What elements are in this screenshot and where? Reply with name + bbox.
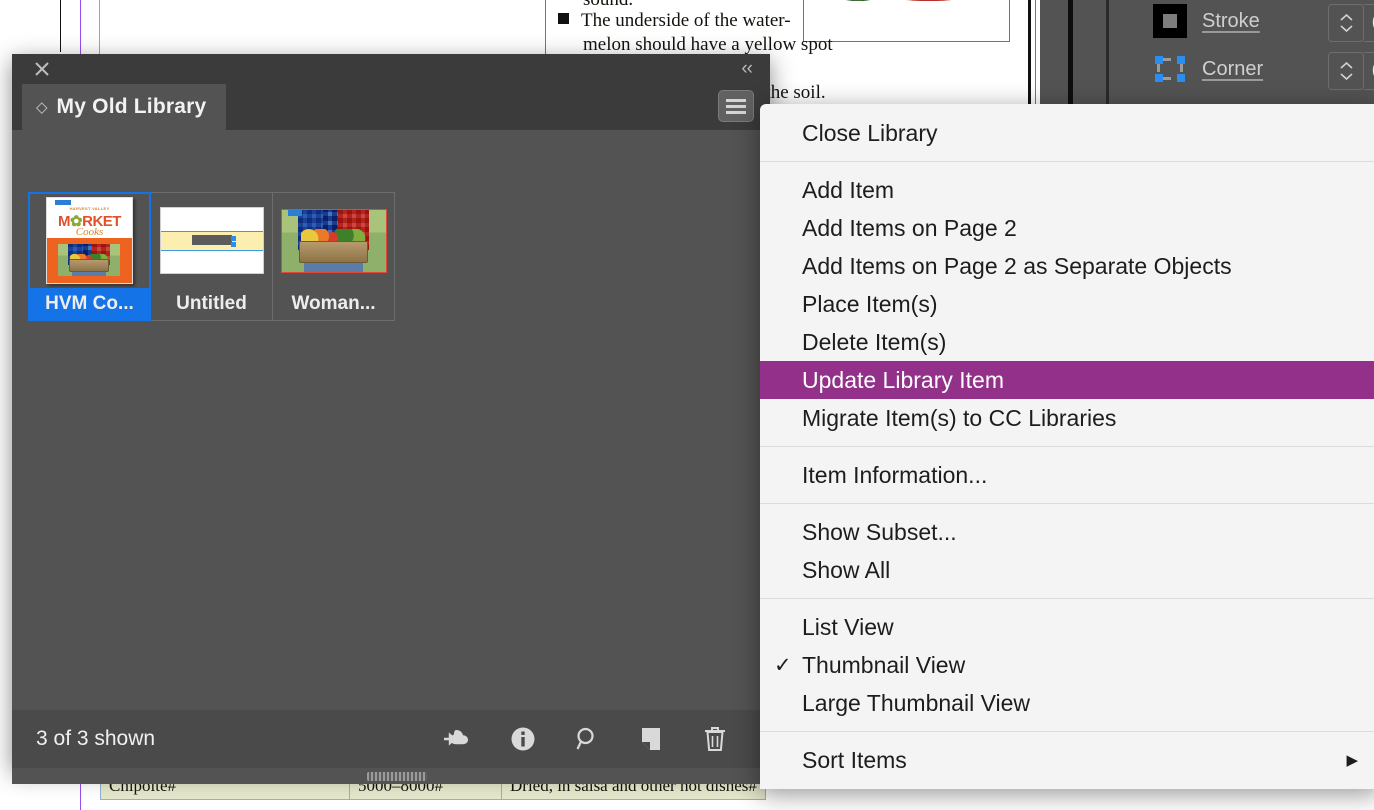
menu-item-update-library-item[interactable]: Update Library Item [760,361,1374,399]
menu-item-list-view[interactable]: List View [760,608,1374,646]
menu-item-show-subset[interactable]: Show Subset... [760,513,1374,551]
panel-menu-button[interactable] [718,90,754,122]
untitled-page-layout-thumbnail [151,193,272,288]
menu-separator [760,503,1374,504]
text-frame-edge [60,0,61,52]
corner-options-icon[interactable] [1150,52,1190,86]
watermelon-photo [804,0,1009,41]
library-title: My Old Library [56,95,207,118]
library-item-untitled[interactable]: Untitled [151,192,273,321]
menu-item-add-item[interactable]: Add Item [760,171,1374,209]
tab-diamond-icon: ◇ [36,99,48,116]
library-status-bar: 3 of 3 shown [12,710,770,768]
menu-item-close-library[interactable]: Close Library [760,114,1374,152]
library-item-area[interactable]: HARVEST VALLEY M✿RKET Cooks HVM Co... Un… [12,130,770,710]
library-panel-titlebar[interactable]: ‹‹ [12,54,770,84]
migrate-to-cc-libraries-icon[interactable] [444,724,474,754]
menu-item-place-items[interactable]: Place Item(s) [760,285,1374,323]
library-items-grid[interactable]: HARVEST VALLEY M✿RKET Cooks HVM Co... Un… [28,192,395,321]
stroke-label: Stroke [1202,9,1260,32]
hvm-cookbook-cover-thumbnail: HARVEST VALLEY M✿RKET Cooks [29,193,150,288]
place-item-icon[interactable] [636,724,666,754]
menu-separator [760,731,1374,732]
layout-guide [1035,0,1036,110]
library-panel[interactable]: ‹‹ ◇ My Old Library HARVEST VALLEY M✿RKE… [12,54,770,768]
bullet-icon [558,13,569,24]
library-item-caption: Woman... [291,293,376,314]
shown-count-label: 3 of 3 shown [36,727,156,750]
item-information-icon[interactable] [508,724,538,754]
corner-stepper-arrows[interactable] [1328,52,1364,90]
submenu-arrow-icon: ▶ [1346,752,1358,769]
panel-divider [1068,0,1073,110]
library-item-hvm-cover[interactable]: HARVEST VALLEY M✿RKET Cooks HVM Co... [28,192,151,321]
delete-item-icon[interactable] [700,724,730,754]
library-tab-row[interactable]: ◇ My Old Library [12,84,770,130]
corner-label: Corner [1202,57,1264,80]
corner-radius-value[interactable]: 0 [1364,52,1374,90]
doc-line-2: The underside of the water- [558,9,791,33]
menu-separator [760,446,1374,447]
layout-guide [545,0,546,60]
watermelon-image-frame[interactable] [803,0,1010,42]
library-item-woman[interactable]: Woman... [273,192,395,321]
menu-separator [760,161,1374,162]
checkmark-icon: ✓ [774,653,792,677]
properties-panel[interactable]: Stroke 0 Corner 0 [1040,0,1374,110]
corner-radius-stepper[interactable]: 0 [1328,52,1374,90]
corner-row[interactable]: Corner [1150,50,1263,88]
panel-divider [1106,0,1109,110]
menu-item-large-thumbnail-view[interactable]: Large Thumbnail View [760,684,1374,722]
menu-item-add-items-on-page-2[interactable]: Add Items on Page 2 [760,209,1374,247]
text-frame-edge [1028,0,1031,112]
woman-holding-crate-photo-thumbnail [273,193,394,288]
collapse-panel-icon[interactable]: ‹‹ [741,58,753,80]
library-item-caption: Untitled [176,293,247,314]
layout-guide [99,0,100,54]
close-icon[interactable] [34,61,50,77]
stroke-swatch-icon[interactable] [1150,4,1190,38]
stroke-weight-value[interactable]: 0 [1364,4,1374,42]
menu-item-item-information[interactable]: Item Information... [760,456,1374,494]
library-item-caption: HVM Co... [29,288,150,320]
tab-my-old-library[interactable]: ◇ My Old Library [22,84,227,130]
menu-item-add-items-on-page-2-as-separate-objects[interactable]: Add Items on Page 2 as Separate Objects [760,247,1374,285]
library-panel-flyout-menu[interactable]: Close Library Add Item Add Items on Page… [760,104,1374,789]
menu-item-migrate-items-to-cc-libraries[interactable]: Migrate Item(s) to CC Libraries [760,399,1374,437]
show-subset-icon[interactable] [572,724,602,754]
stroke-row[interactable]: Stroke [1150,2,1260,40]
menu-item-thumbnail-view[interactable]: ✓ Thumbnail View [760,646,1374,684]
menu-separator [760,598,1374,599]
stroke-weight-stepper[interactable]: 0 [1328,4,1374,42]
menu-item-sort-items[interactable]: Sort Items ▶ [760,741,1374,779]
menu-item-show-all[interactable]: Show All [760,551,1374,589]
library-horizontal-scrollbar[interactable] [12,768,770,784]
menu-item-delete-items[interactable]: Delete Item(s) [760,323,1374,361]
stroke-stepper-arrows[interactable] [1328,4,1364,42]
scrollbar-thumb[interactable] [367,772,427,781]
